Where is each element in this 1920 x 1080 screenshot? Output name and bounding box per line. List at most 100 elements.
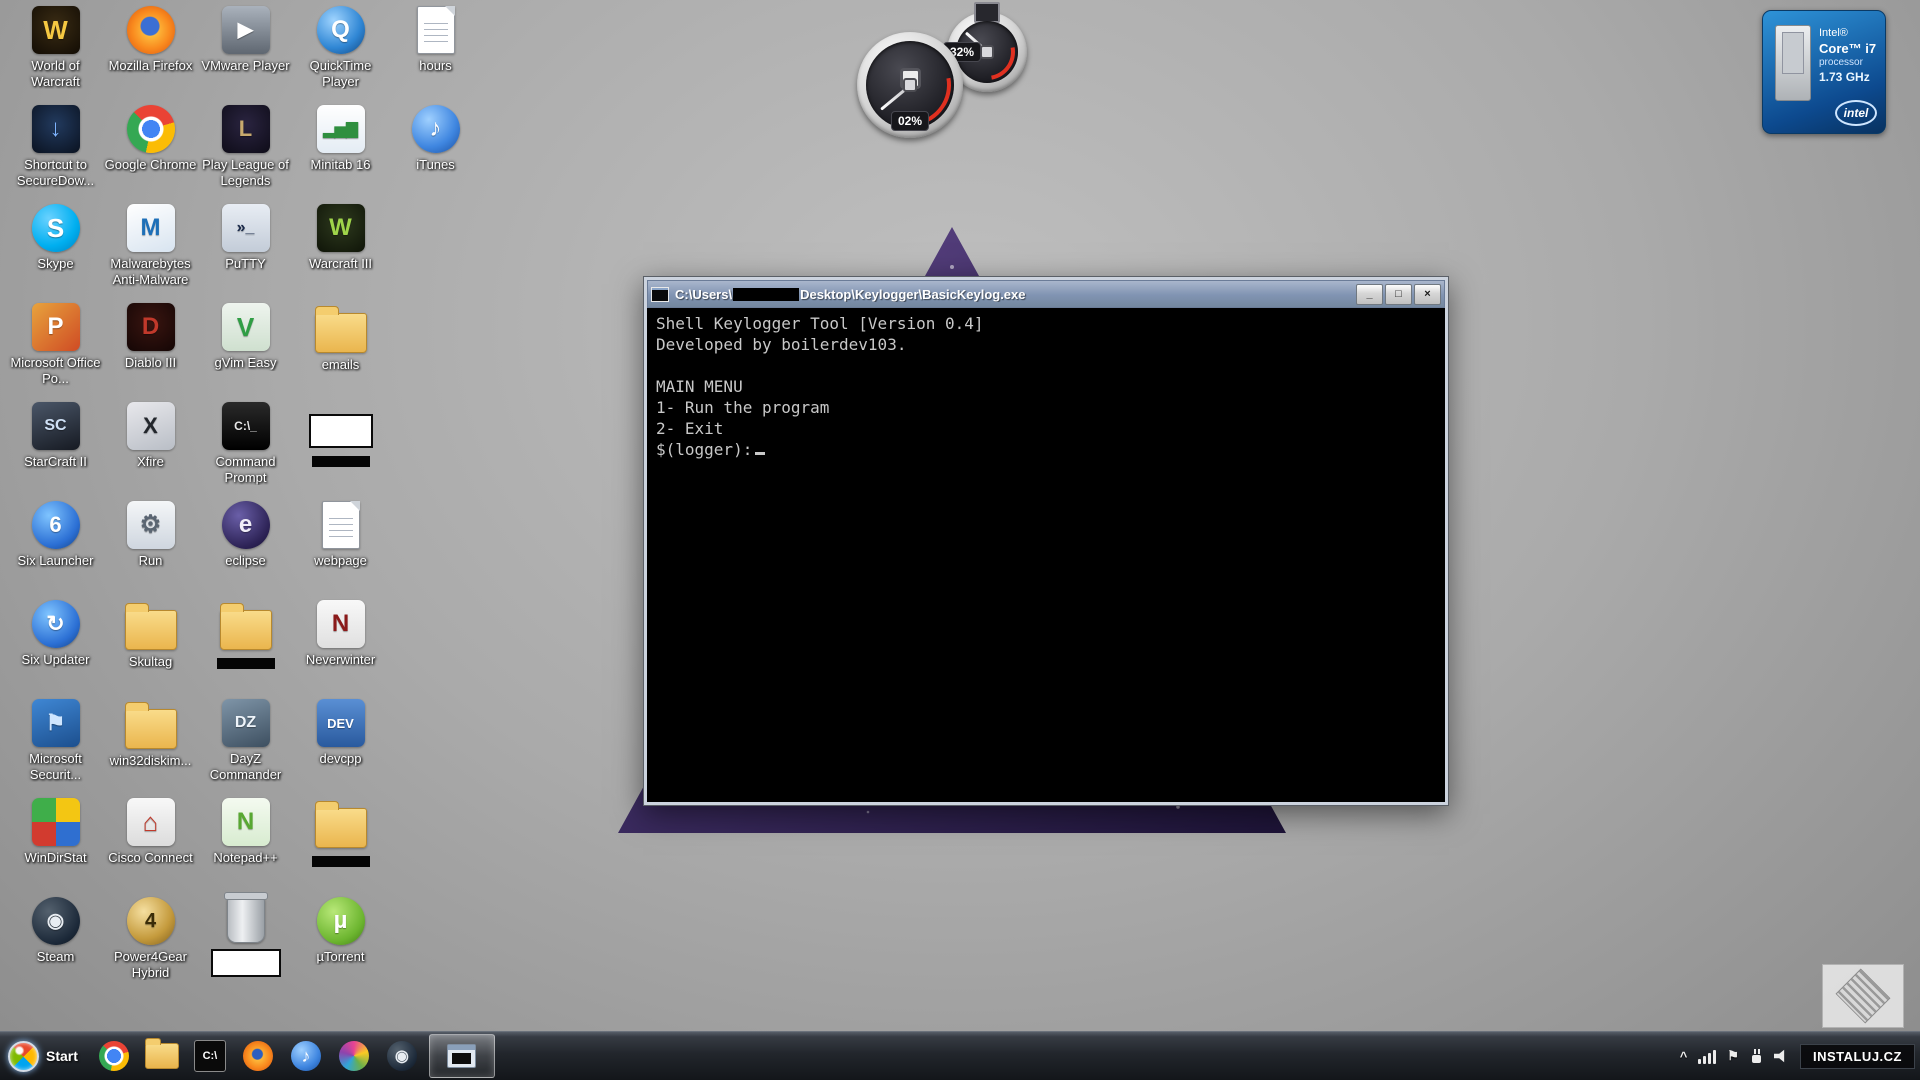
desktop-icon-redacted-folder-2[interactable] [293, 798, 388, 867]
desktop-icon-utorrent[interactable]: µ µTorrent [293, 897, 388, 965]
icon-label: Warcraft III [308, 256, 373, 271]
run-icon: ⚙ [126, 501, 175, 549]
icon-label: devcpp [319, 751, 362, 766]
microsoft-office-po-icon: P [31, 303, 80, 351]
desktop-icon-skultag[interactable]: Skultag [103, 600, 198, 670]
taskbar-cmd-button[interactable]: C:\ [186, 1035, 234, 1077]
maximize-button[interactable]: □ [1385, 283, 1412, 305]
desktop-icon-redacted-item-1[interactable] [293, 402, 388, 467]
warcraft-iii-icon: W [316, 204, 365, 252]
taskbar-itunes-button[interactable]: ♪ [282, 1035, 330, 1077]
window-titlebar[interactable]: C:\Users\ Desktop\Keylogger\BasicKeylog.… [647, 280, 1445, 308]
intel-processor-gadget[interactable]: Intel® Core™ i7 processor 1.73 GHz intel [1762, 10, 1886, 134]
console-line: $(logger): [656, 439, 1436, 460]
desktop-icon-world-of-warcraft[interactable]: W World of Warcraft [8, 6, 103, 89]
desktop-icon-putty[interactable]: »_ PuTTY [198, 204, 293, 272]
show-hidden-icons-button[interactable]: ^ [1680, 1049, 1688, 1064]
minimize-button[interactable]: _ [1356, 283, 1383, 305]
desktop-icon-warcraft-iii[interactable]: W Warcraft III [293, 204, 388, 272]
start-button[interactable]: Start [0, 1032, 90, 1080]
icon-label: Skultag [128, 654, 173, 669]
six-updater-icon: ↻ [31, 600, 80, 648]
taskbar-media-app-button[interactable] [330, 1035, 378, 1077]
desktop-icon-eclipse[interactable]: e eclipse [198, 501, 293, 569]
desktop-icon-six-updater[interactable]: ↻ Six Updater [8, 600, 103, 668]
xfire-icon: X [126, 402, 175, 450]
desktop-icon-itunes[interactable]: ♪ iTunes [388, 105, 483, 173]
cpu-gauge: 02% [852, 27, 968, 143]
recycle-bin-icon [223, 892, 268, 943]
action-center-flag-icon[interactable]: ⚑ [1727, 1048, 1739, 1064]
desktop-icon-play-league-of-legends[interactable]: L Play League of Legends [198, 105, 293, 188]
desktop-icon-power4gear-hybrid[interactable]: 4 Power4Gear Hybrid [103, 897, 198, 980]
icon-label: Shortcut to SecureDow... [16, 157, 95, 188]
system-tray: ^ ⚑ INSTALUJ.CZ [1680, 1032, 1920, 1080]
volume-icon[interactable] [1773, 1049, 1785, 1063]
microsoft-securit-icon: ⚑ [31, 699, 80, 747]
icon-label: Notepad++ [213, 850, 278, 865]
desktop-icon-emails[interactable]: emails [293, 303, 388, 373]
desktop-icon-webpage[interactable]: webpage [293, 501, 388, 569]
icon-label: Play League of Legends [202, 157, 289, 188]
desktop-icon-hours[interactable]: hours [388, 6, 483, 74]
desktop-icon-neverwinter[interactable]: N Neverwinter [293, 600, 388, 668]
desktop-icon-run[interactable]: ⚙ Run [103, 501, 198, 569]
desktop-icon-mozilla-firefox[interactable]: Mozilla Firefox [103, 6, 198, 74]
desktop-icon-shortcut-securedow[interactable]: ↓ Shortcut to SecureDow... [8, 105, 103, 188]
redacted-item-1-icon [308, 414, 373, 448]
icon-label: webpage [314, 553, 367, 568]
cpu-percent: 02% [890, 111, 930, 131]
taskbar-explorer-button[interactable] [138, 1035, 186, 1077]
power-plug-icon[interactable] [1750, 1048, 1763, 1064]
desktop-icon-windirstat[interactable]: WinDirStat [8, 798, 103, 866]
gvim-easy-icon: V [221, 303, 270, 351]
mozilla-firefox-icon [126, 6, 175, 54]
intel-speed: 1.73 GHz [1819, 69, 1870, 84]
console-output[interactable]: Shell Keylogger Tool [Version 0.4] Develo… [647, 308, 1445, 802]
taskbar-firefox-button[interactable] [234, 1035, 282, 1077]
desktop-icon-recycle-bin[interactable] [198, 892, 293, 977]
desktop-icon-skype[interactable]: S Skype [8, 204, 103, 272]
media-app-icon [338, 1041, 369, 1071]
win32diskim-icon [124, 702, 177, 749]
desktop-icon-microsoft-office-po[interactable]: P Microsoft Office Po... [8, 303, 103, 386]
devcpp-icon: DEV [316, 699, 365, 747]
desktop-icon-win32diskim[interactable]: win32diskim... [103, 699, 198, 769]
desktop-icon-microsoft-securit[interactable]: ⚑ Microsoft Securit... [8, 699, 103, 782]
desktop-icon-starcraft-ii[interactable]: SC StarCraft II [8, 402, 103, 470]
desktop-icon-xfire[interactable]: X Xfire [103, 402, 198, 470]
icon-label: DayZ Commander [209, 751, 282, 782]
icon-label: Skype [37, 256, 74, 271]
icon-label: VMware Player [201, 58, 290, 73]
instaluj-watermark-text: INSTALUJ.CZ [1799, 1043, 1915, 1069]
desktop-icon-notepad-plus-plus[interactable]: N Notepad++ [198, 798, 293, 866]
desktop-icon-dayz-commander[interactable]: DZ DayZ Commander [198, 699, 293, 782]
icon-label: Power4Gear Hybrid [114, 949, 187, 980]
desktop-icon-cisco-connect[interactable]: ⌂ Cisco Connect [103, 798, 198, 866]
desktop-icon-google-chrome[interactable]: Google Chrome [103, 105, 198, 173]
close-button[interactable]: × [1414, 283, 1441, 305]
desktop-icon-redacted-folder-1[interactable] [198, 600, 293, 669]
desktop-icon-devcpp[interactable]: DEV devcpp [293, 699, 388, 767]
network-icon[interactable] [1698, 1049, 1717, 1064]
chrome-icon [98, 1041, 129, 1071]
desktop-icon-gvim-easy[interactable]: VgVim Easy [198, 303, 293, 371]
desktop-icon-quicktime-player[interactable]: Q QuickTime Player [293, 6, 388, 89]
desktop-icon-minitab-16[interactable]: ▂▅▇ Minitab 16 [293, 105, 388, 173]
cpu-meter-gadget[interactable]: 32% 02% [852, 2, 1067, 143]
desktop-icon-steam[interactable]: ◉ Steam [8, 897, 103, 965]
desktop-icon-command-prompt[interactable]: C:\_ Command Prompt [198, 402, 293, 485]
icon-label: Command Prompt [215, 454, 276, 485]
taskbar-steam-button[interactable]: ◉ [378, 1035, 426, 1077]
desktop-icon-vmware-player[interactable]: ▶ VMware Player [198, 6, 293, 74]
play-league-of-legends-icon: L [221, 105, 270, 153]
taskbar-chrome-button[interactable] [90, 1035, 138, 1077]
icon-label: Run [138, 553, 163, 568]
taskbar-active-basickeylog[interactable] [428, 1034, 495, 1078]
icon-label: QuickTime Player [309, 58, 372, 89]
eclipse-icon: e [221, 501, 270, 549]
hours-icon [416, 6, 455, 54]
desktop-icon-six-launcher[interactable]: 6 Six Launcher [8, 501, 103, 569]
desktop-icon-malwarebytes[interactable]: M Malwarebytes Anti-Malware [103, 204, 198, 287]
desktop-icon-diablo-iii[interactable]: D Diablo III [103, 303, 198, 371]
